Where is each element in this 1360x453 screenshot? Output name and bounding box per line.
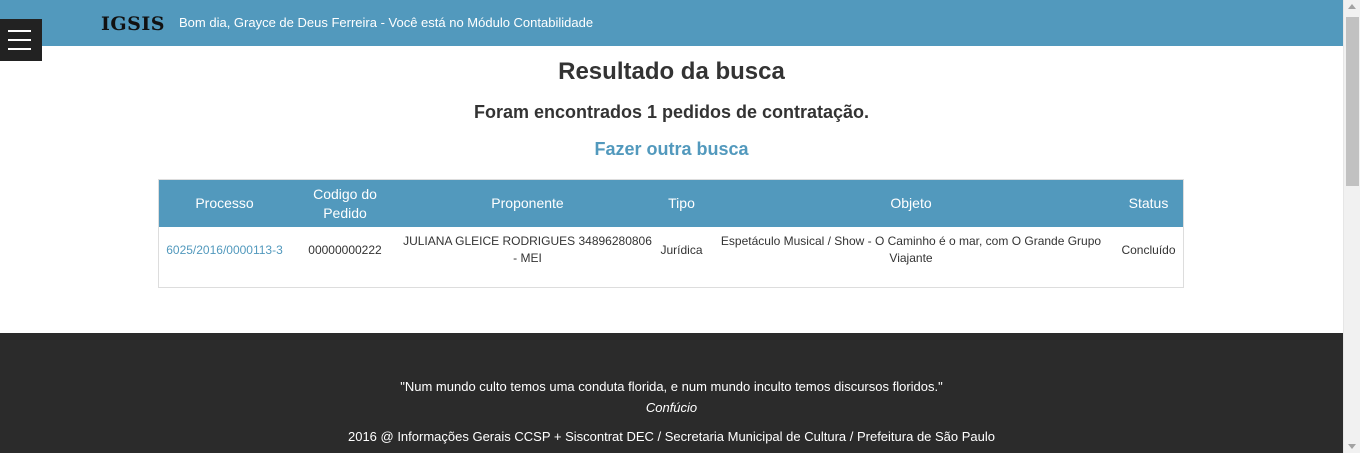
column-header-status: Status (1128, 195, 1169, 211)
results-table-container: Processo Codigo do Pedido Proponente Tip… (158, 179, 1184, 288)
footer-quote-author: Confúcio (645, 400, 698, 415)
objeto-cell: Espetáculo Musical / Show - O Caminho é … (720, 234, 1102, 265)
column-header-proponente: Proponente (491, 195, 564, 211)
footer-copyright: 2016 @ Informações Gerais CCSP + Siscont… (347, 429, 996, 444)
column-header-processo: Processo (195, 195, 254, 211)
tipo-cell: Jurídica (660, 242, 703, 257)
vertical-scrollbar[interactable] (1343, 0, 1360, 453)
hamburger-menu-icon[interactable] (0, 19, 42, 61)
page-title: Resultado da busca (558, 58, 785, 85)
processo-link[interactable]: 6025/2016/0000113-3 (159, 227, 290, 267)
results-count: Foram encontrados 1 pedidos de contrataç… (473, 102, 870, 122)
scrollbar-thumb[interactable] (1346, 17, 1359, 186)
column-header-objeto: Objeto (890, 195, 932, 211)
scroll-down-arrow-icon[interactable] (1348, 444, 1356, 449)
scroll-up-arrow-icon[interactable] (1348, 4, 1356, 9)
results-table: Processo Codigo do Pedido Proponente Tip… (159, 180, 1183, 267)
codigo-cell: 00000000222 (308, 242, 382, 257)
menu-line (8, 48, 31, 50)
status-cell: Concluído (1121, 242, 1176, 257)
footer: "Num mundo culto temos uma conduta flori… (0, 333, 1343, 453)
table-row: 6025/2016/0000113-3 00000000222 JULIANA … (159, 227, 1183, 267)
app-logo[interactable]: IGSIS (101, 13, 165, 35)
greeting-text: Bom dia, Grayce de Deus Ferreira - Você … (179, 15, 594, 30)
proponente-cell: JULIANA GLEICE RODRIGUES 34896280806 - M… (403, 234, 652, 265)
menu-line (8, 30, 31, 32)
column-header-tipo: Tipo (668, 195, 695, 211)
table-header-row: Processo Codigo do Pedido Proponente Tip… (159, 180, 1183, 227)
search-again-link[interactable]: Fazer outra busca (0, 139, 1343, 160)
menu-line (8, 39, 31, 41)
top-header-bar: IGSIS Bom dia, Grayce de Deus Ferreira -… (0, 0, 1343, 46)
column-header-codigo: Codigo do Pedido (313, 185, 377, 221)
footer-quote: "Num mundo culto temos uma conduta flori… (400, 379, 943, 394)
